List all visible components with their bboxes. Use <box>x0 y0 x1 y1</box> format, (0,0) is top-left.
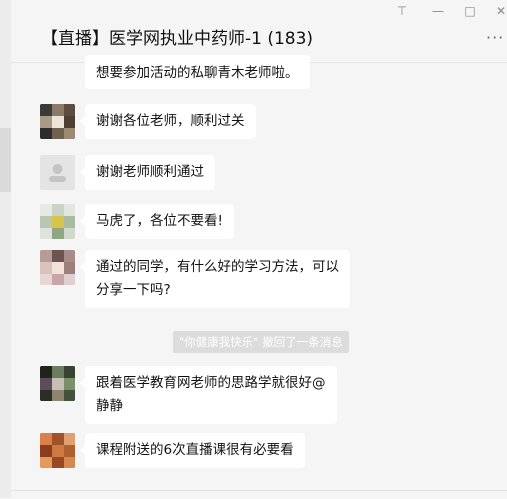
message-bubble[interactable]: 谢谢各位老师，顺利过关 <box>80 104 256 139</box>
chat-title: 【直播】医学网执业中药师-1 (183) <box>41 29 314 49</box>
message-text-line: 通过的同学，有什么好的学习方法，可以 <box>96 259 339 275</box>
message-text: 谢谢各位老师，顺利过关 <box>96 113 245 129</box>
message-bubble[interactable]: 跟着医学教育网老师的思路学就很好@ 静静 <box>80 366 337 424</box>
message-bubble[interactable]: 通过的同学，有什么好的学习方法，可以 分享一下吗? <box>80 250 350 308</box>
close-icon[interactable]: ✕ <box>493 4 507 18</box>
maximize-icon[interactable]: □ <box>462 4 478 18</box>
minimize-icon[interactable]: — <box>430 4 446 18</box>
message-text-line: 跟着医学教育网老师的思路学就很好@ <box>96 375 326 391</box>
pin-icon[interactable]: ⊤ <box>394 4 410 18</box>
title-bar: 【直播】医学网执业中药师-1 (183) ⊤ — □ ✕ ··· <box>11 0 507 63</box>
message-bubble[interactable]: 谢谢老师顺利通过 <box>80 155 215 190</box>
avatar[interactable] <box>40 250 75 285</box>
message-text-line: 静静 <box>96 398 123 414</box>
message-text: 想要参加活动的私聊青木老师啦。 <box>96 65 299 81</box>
more-options-icon[interactable]: ··· <box>486 28 504 47</box>
avatar[interactable] <box>40 366 75 401</box>
message-text: 课程附送的6次直播课很有必要看 <box>96 442 294 458</box>
message-bubble[interactable]: 想要参加活动的私聊青木老师啦。 <box>85 55 310 89</box>
message-bubble[interactable]: 马虎了，各位不要看! <box>80 204 234 239</box>
message-text: 马虎了，各位不要看! <box>96 213 223 229</box>
system-notice: "你健康我快乐" 撤回了一条消息 <box>173 331 349 353</box>
avatar[interactable] <box>40 433 75 468</box>
avatar[interactable] <box>40 204 75 239</box>
message-text-line: 分享一下吗? <box>96 282 171 298</box>
scrollbar-thumb[interactable] <box>0 128 11 192</box>
message-bubble[interactable]: 课程附送的6次直播课很有必要看 <box>80 433 305 468</box>
message-text: 谢谢老师顺利通过 <box>96 164 204 180</box>
avatar[interactable] <box>40 155 75 190</box>
left-scroll-strip[interactable] <box>0 0 11 498</box>
avatar[interactable] <box>40 104 75 139</box>
